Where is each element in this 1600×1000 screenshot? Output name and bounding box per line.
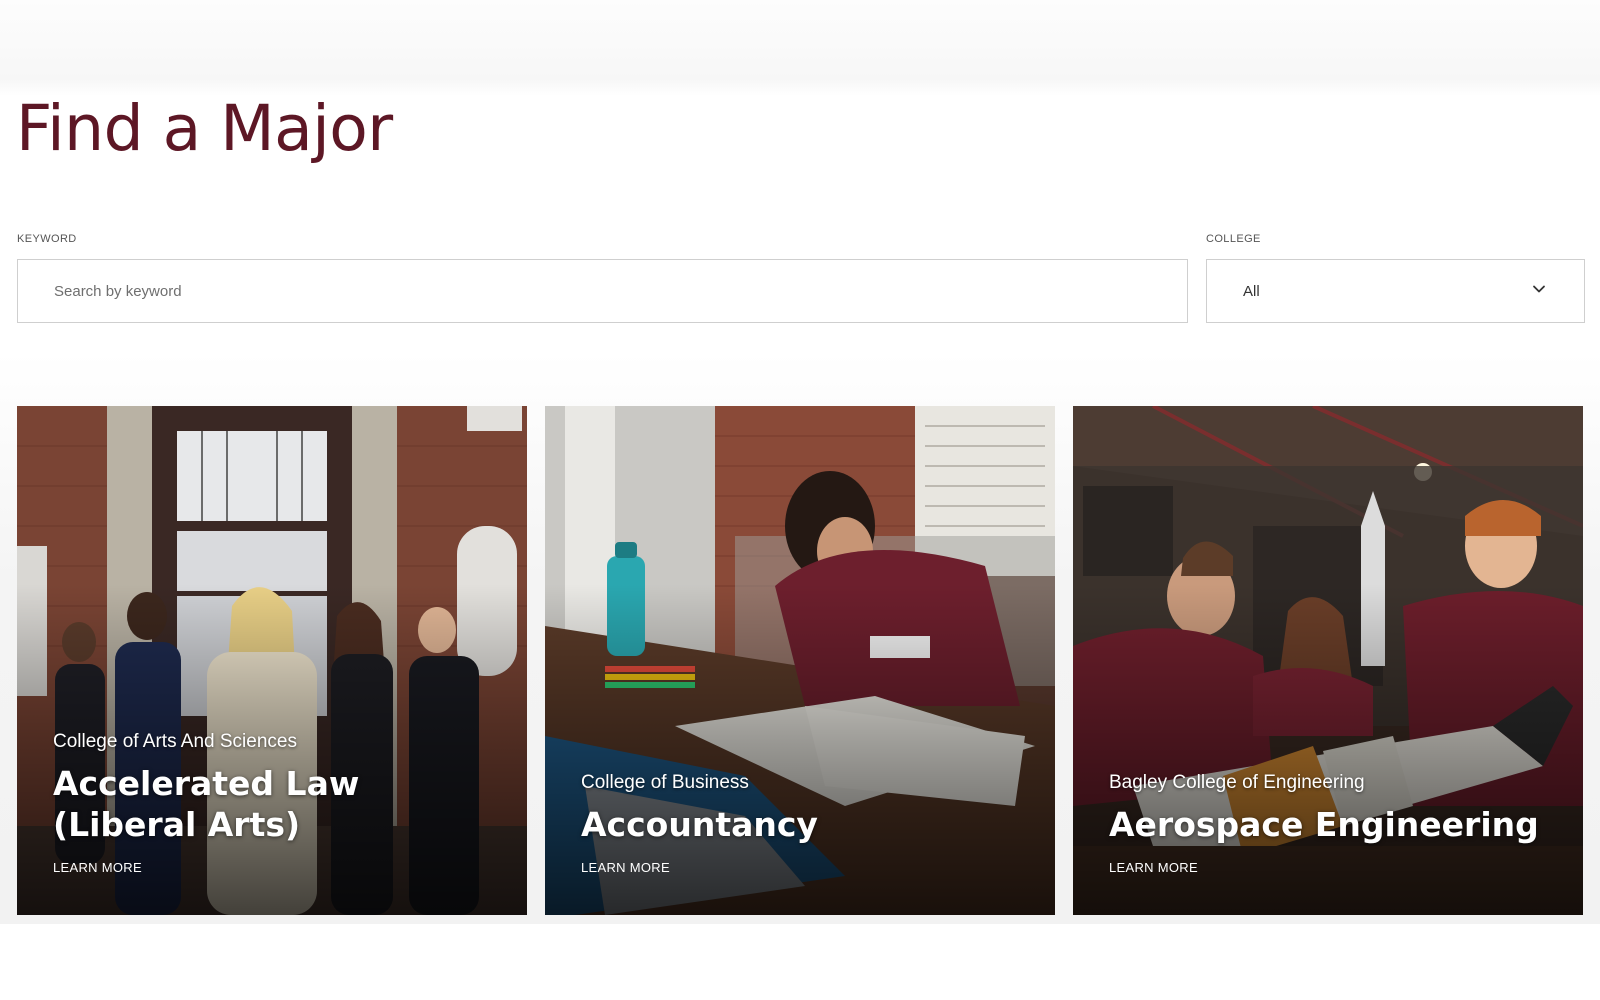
keyword-label: KEYWORD — [17, 233, 77, 245]
learn-more-link[interactable]: LEARN MORE — [1109, 860, 1198, 875]
major-card-accountancy[interactable]: College of Business Accountancy LEARN MO… — [545, 406, 1055, 915]
page: Find a Major KEYWORD COLLEGE All — [0, 0, 1600, 1000]
page-title: Find a Major — [16, 92, 393, 165]
card-major-title: Accelerated Law (Liberal Arts) — [53, 764, 360, 844]
college-select[interactable]: All — [1206, 259, 1585, 323]
college-label: COLLEGE — [1206, 233, 1261, 245]
chevron-down-icon — [1532, 282, 1546, 296]
learn-more-link[interactable]: LEARN MORE — [53, 860, 142, 875]
college-select-value: All — [1243, 283, 1260, 300]
card-text: Bagley College of Engineering Aerospace … — [1109, 772, 1559, 877]
card-major-title: Accountancy — [581, 805, 818, 844]
major-card-aerospace-engineering[interactable]: Bagley College of Engineering Aerospace … — [1073, 406, 1583, 915]
card-text: College of Business Accountancy LEARN MO… — [581, 772, 1031, 877]
keyword-search-input[interactable] — [17, 259, 1188, 323]
card-text: College of Arts And Sciences Accelerated… — [53, 731, 503, 877]
card-college-name: College of Arts And Sciences — [53, 731, 297, 752]
card-college-name: College of Business — [581, 772, 749, 793]
learn-more-link[interactable]: LEARN MORE — [581, 860, 670, 875]
card-college-name: Bagley College of Engineering — [1109, 772, 1365, 793]
major-card-accelerated-law[interactable]: College of Arts And Sciences Accelerated… — [17, 406, 527, 915]
card-major-title: Aerospace Engineering — [1109, 805, 1539, 844]
